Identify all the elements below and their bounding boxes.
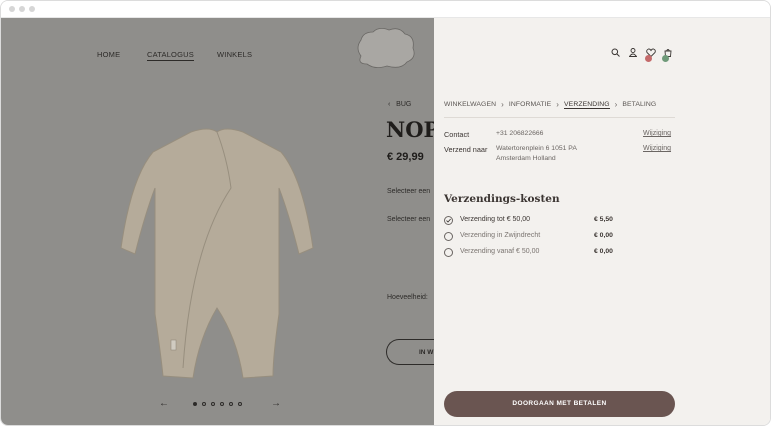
select-label: Selecteer een: [387, 188, 431, 195]
carousel-dots: [193, 402, 242, 406]
chevron-right-icon: ›: [501, 100, 504, 109]
product-page: HOME CATALOGUS WINKELS ‹ BUG NOPP € 29,9…: [1, 18, 434, 425]
radio-icon[interactable]: [444, 232, 453, 241]
radio-icon[interactable]: [444, 248, 453, 257]
shipping-option[interactable]: Verzending vanaf € 50,00 € 0,00: [444, 247, 634, 259]
crumb-cart[interactable]: WINKELWAGEN: [444, 101, 496, 108]
contact-value: +31 206822666: [496, 130, 544, 137]
divider: [444, 117, 675, 118]
prev-arrow-icon[interactable]: ←: [159, 398, 169, 409]
address-line: Watertorenplein 6 1051 PA: [496, 145, 577, 152]
next-arrow-icon[interactable]: →: [271, 398, 281, 409]
add-to-cart-button[interactable]: IN W: [386, 339, 434, 365]
shipping-option-label: Verzending in Zwijndrecht: [460, 232, 541, 239]
browser-chrome: [1, 1, 770, 18]
carousel-dot[interactable]: [193, 402, 197, 406]
account-icon[interactable]: [629, 48, 637, 57]
back-link[interactable]: ‹ BUG: [388, 101, 411, 108]
radio-checked-icon[interactable]: [444, 216, 453, 225]
quantity-label: Hoeveelheid:: [387, 294, 428, 301]
product-price: € 29,99: [387, 151, 424, 163]
checkout-panel: WINKELWAGEN › INFORMATIE › VERZENDING › …: [434, 18, 770, 425]
carousel-dot[interactable]: [229, 402, 233, 406]
wishlist-badge: [645, 55, 652, 62]
shipping-title: Verzendings-kosten: [444, 193, 560, 205]
search-icon[interactable]: [611, 48, 620, 57]
nav-winkels[interactable]: WINKELS: [217, 50, 252, 59]
window-dot: [9, 6, 15, 12]
product-title: NOPP: [386, 117, 434, 142]
window-dot: [19, 6, 25, 12]
shipping-option-price: € 0,00: [594, 248, 613, 255]
product-image: [120, 128, 314, 379]
brand-logo[interactable]: [353, 26, 419, 70]
address-line: Amsterdam Holland: [496, 155, 556, 162]
select-label: Selecteer een: [387, 216, 431, 223]
nav-catalogus[interactable]: CATALOGUS: [147, 50, 194, 61]
shipping-option[interactable]: Verzending tot € 50,00 € 5,50: [444, 215, 634, 227]
carousel-dot[interactable]: [220, 402, 224, 406]
address-value: Watertorenplein 6 1051 PA Amsterdam Holl…: [496, 144, 577, 164]
checkout-breadcrumb: WINKELWAGEN › INFORMATIE › VERZENDING › …: [444, 100, 656, 109]
address-label: Verzend naar: [444, 145, 488, 154]
crumb-shipping: VERZENDING: [564, 100, 610, 109]
carousel-dot[interactable]: [211, 402, 215, 406]
shipping-option-price: € 0,00: [594, 232, 613, 239]
shipping-option-label: Verzending tot € 50,00: [460, 216, 531, 223]
shipping-option[interactable]: Verzending in Zwijndrecht € 0,00: [444, 231, 634, 243]
chevron-right-icon: ›: [556, 100, 560, 109]
crumb-payment: BETALING: [622, 101, 657, 108]
carousel-dot[interactable]: [202, 402, 206, 406]
carousel-dot[interactable]: [238, 402, 242, 406]
change-contact-link[interactable]: Wijziging: [643, 130, 671, 137]
crumb-information[interactable]: INFORMATIE: [509, 101, 551, 108]
shipping-option-price: € 5,50: [594, 216, 613, 223]
window-dot: [29, 6, 35, 12]
change-address-link[interactable]: Wijziging: [643, 145, 671, 152]
browser-window: HOME CATALOGUS WINKELS ‹ BUG NOPP € 29,9…: [0, 0, 771, 426]
nav-home[interactable]: HOME: [97, 50, 120, 59]
shipping-option-label: Verzending vanaf € 50,00: [460, 248, 540, 255]
continue-to-payment-button[interactable]: DOORGAAN MET BETALEN: [444, 391, 675, 417]
cart-badge: [662, 55, 669, 62]
chevron-right-icon: ›: [614, 100, 618, 109]
contact-label: Contact: [444, 130, 470, 139]
